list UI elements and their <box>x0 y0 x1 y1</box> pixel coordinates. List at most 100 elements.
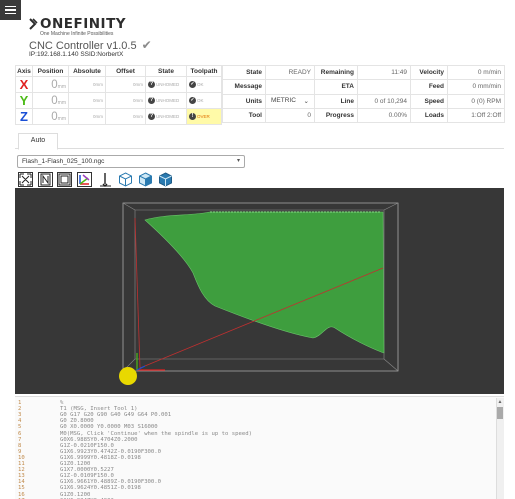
state-label: State <box>222 64 266 81</box>
tool-view-icon[interactable] <box>98 172 113 187</box>
toolpath-value: OVER <box>197 114 210 120</box>
question-icon: ? <box>148 112 155 120</box>
position-unit: mm <box>57 115 66 122</box>
menu-icon-bar <box>5 9 16 11</box>
tool-position-marker <box>119 367 137 385</box>
position-unit: mm <box>57 99 66 106</box>
message-value <box>265 79 315 95</box>
file-select-value: Flash_1-Flash_025_100.ngc <box>22 158 105 165</box>
axis-toolpath: ✓ OK <box>186 76 222 93</box>
status-table: State READY Remaining 11:49 Velocity 0 m… <box>222 64 505 124</box>
axis-table: Axis Position Absolute Offset State Tool… <box>15 65 222 125</box>
units-value: METRIC <box>271 97 296 105</box>
menu-icon-bar <box>5 12 16 15</box>
scroll-up-icon[interactable]: ▲ <box>497 399 503 405</box>
remaining-value: 11:49 <box>357 64 411 81</box>
status-row: Message ETA Feed 0 mm/min <box>222 79 505 95</box>
axis-absolute: 0mm <box>68 92 106 109</box>
chevron-down-icon: ▾ <box>236 158 240 164</box>
iso-view-icon[interactable] <box>118 172 133 187</box>
units-select[interactable]: METRIC ⌄ <box>265 93 315 109</box>
front-view-icon[interactable] <box>38 172 53 187</box>
axis-label-y[interactable]: Y <box>15 92 33 109</box>
axis-absolute: 0mm <box>68 76 106 93</box>
app-title: CNC Controller v1.0.5 ✔ <box>29 38 152 52</box>
gcode-viewer[interactable]: 1% 2 T1 (MSG, Insert Tool 1) 3 G0 G17 G20 G9… <box>15 396 504 499</box>
axis-position: 0mm <box>32 76 69 93</box>
message-label: Message <box>222 79 266 95</box>
brand-logo: ONEFINITY One Machine Infinite Possibili… <box>29 14 129 40</box>
progress-value: 0.00% <box>357 107 411 124</box>
axis-state: ? UNHOMED <box>145 108 187 125</box>
iso-view-dark-icon[interactable] <box>158 172 173 187</box>
eta-value <box>357 79 411 95</box>
col-header-toolpath: Toolpath <box>186 65 222 77</box>
axis-label-z[interactable]: Z <box>15 108 33 125</box>
axis-toolpath: ✓ OK <box>186 92 222 109</box>
toolpath-canvas <box>119 202 399 385</box>
brand-tagline: One Machine Infinite Possibilities <box>40 31 114 37</box>
progress-label: Progress <box>314 107 358 124</box>
check-circle-icon: ✓ <box>189 80 196 88</box>
axis-toolpath: ! OVER <box>186 108 222 125</box>
menu-icon-bar <box>5 5 16 8</box>
ip-info: IP:192.168.1.140 SSID:NorbertX <box>29 51 124 58</box>
top-view-icon[interactable] <box>57 172 72 187</box>
velocity-label: Velocity <box>410 64 448 81</box>
axis-table-header: Axis Position Absolute Offset State Tool… <box>15 65 222 77</box>
offset-value: 0mm <box>133 113 143 119</box>
scrollbar[interactable]: ▲ <box>496 398 504 499</box>
toolpath-viewer[interactable] <box>15 188 504 394</box>
loads-label: Loads <box>410 107 448 124</box>
chevron-down-icon: ⌄ <box>303 98 309 106</box>
tool-value: 0 <box>265 107 315 124</box>
axis-absolute: 0mm <box>68 108 106 125</box>
axis-row-y: Y 0mm 0mm 0mm ? UNHOMED ✓ OK <box>15 92 222 109</box>
axis-position: 0mm <box>32 108 69 125</box>
status-row: Tool 0 Progress 0.00% Loads 1:Off 2:Off <box>222 107 505 124</box>
iso-view-right-icon[interactable] <box>138 172 153 187</box>
fit-view-icon[interactable] <box>18 172 33 187</box>
file-select[interactable]: Flash_1-Flash_025_100.ngc ▾ <box>17 155 245 168</box>
axis-state: ? UNHOMED <box>145 92 187 109</box>
state-value: READY <box>265 64 315 81</box>
scroll-thumb[interactable] <box>497 407 503 419</box>
speed-label: Speed <box>410 93 448 109</box>
tab-auto[interactable]: Auto <box>18 133 58 150</box>
col-header-offset: Offset <box>105 65 146 77</box>
velocity-value: 0 m/min <box>447 64 505 81</box>
axis-label-x[interactable]: X <box>15 76 33 93</box>
question-icon: ? <box>148 96 155 104</box>
toolpath-value: OK <box>197 98 204 104</box>
line-value: 0 of 10,294 <box>357 93 411 109</box>
absolute-value: 0mm <box>93 113 103 119</box>
check-icon: ✔ <box>141 38 152 52</box>
axis-row-x: X 0mm 0mm 0mm ? UNHOMED ✓ OK <box>15 76 222 93</box>
col-header-position: Position <box>32 65 69 77</box>
feed-label: Feed <box>410 79 448 95</box>
question-icon: ? <box>148 80 155 88</box>
axes-view-icon[interactable] <box>77 172 92 187</box>
col-header-axis: Axis <box>15 65 33 77</box>
axis-position: 0mm <box>32 92 69 109</box>
axis-offset: 0mm <box>105 76 146 93</box>
tab-bar: Auto <box>15 133 504 150</box>
check-circle-icon: ✓ <box>189 96 196 104</box>
status-row: Units METRIC ⌄ Line 0 of 10,294 Speed 0 (… <box>222 93 505 109</box>
warning-icon: ! <box>189 112 196 120</box>
feed-value: 0 mm/min <box>447 79 505 95</box>
line-label: Line <box>314 93 358 109</box>
brand-mark-icon <box>29 18 38 30</box>
absolute-value: 0mm <box>93 81 103 87</box>
col-header-absolute: Absolute <box>68 65 106 77</box>
menu-button[interactable] <box>0 0 21 20</box>
toolpath-value: OK <box>197 82 204 88</box>
col-header-state: State <box>145 65 187 77</box>
axis-state: ? UNHOMED <box>145 76 187 93</box>
state-value: UNHOMED <box>156 98 180 104</box>
offset-value: 0mm <box>133 81 143 87</box>
state-value: UNHOMED <box>156 82 180 88</box>
brand-name: ONEFINITY <box>40 16 127 32</box>
axis-row-z: Z 0mm 0mm 0mm ? UNHOMED ! OVER <box>15 108 222 125</box>
axis-offset: 0mm <box>105 108 146 125</box>
